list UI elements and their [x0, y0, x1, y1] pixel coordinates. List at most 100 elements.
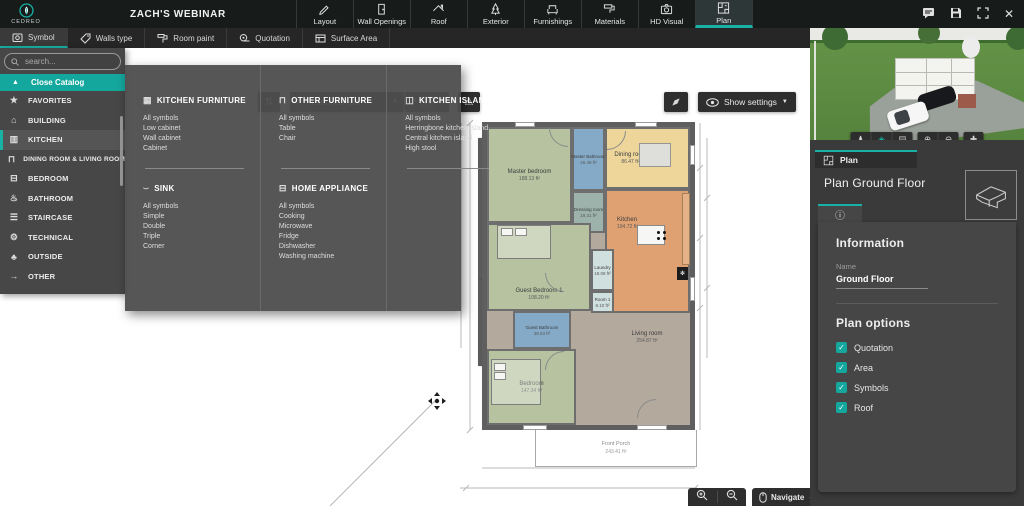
ribbon-tab-symbol[interactable]: Symbol [0, 28, 68, 48]
save-icon[interactable] [950, 7, 962, 21]
sidebar-item-technical[interactable]: ⚙TECHNICAL [0, 228, 125, 248]
catalog-item[interactable]: Cabinet [143, 144, 246, 154]
checkbox-checked-icon[interactable]: ✓ [836, 362, 847, 373]
show-settings-button[interactable]: Show settings ▼ [698, 92, 796, 112]
catalog-section-kitchen-furniture[interactable]: ▦KITCHEN FURNITURE [143, 95, 246, 106]
close-icon[interactable]: ✕ [1004, 8, 1014, 20]
catalog-section-kitchen-island[interactable]: ◫KITCHEN ISLAND [405, 95, 491, 106]
tab-roof[interactable]: Roof [410, 0, 467, 28]
sidebar-item-building[interactable]: ⌂BUILDING [0, 111, 125, 131]
ribbon-tab-room-paint[interactable]: Room paint [145, 28, 227, 48]
tab-materials[interactable]: Materials [581, 0, 638, 28]
fullscreen-icon[interactable] [977, 7, 989, 21]
catalog-item[interactable]: All symbols [279, 114, 372, 124]
catalog-item[interactable]: Dishwasher [279, 242, 372, 252]
catalog-item[interactable]: Microwave [279, 222, 372, 232]
sidebar-item-dining-living[interactable]: ⊓DINING ROOM & LIVING ROOM [0, 150, 125, 170]
room-1[interactable]: Room 1 8.10 ft² [591, 291, 614, 313]
sidebar-item-kitchen[interactable]: ▥KITCHEN [0, 130, 125, 150]
plan-view-button[interactable]: ▤ [892, 132, 913, 140]
info-tab[interactable]: ⓘ [818, 204, 862, 222]
checkbox-checked-icon[interactable]: ✓ [836, 382, 847, 393]
dining-table[interactable] [639, 143, 671, 167]
catalog-item[interactable]: Corner [143, 242, 246, 252]
plan-thumbnail[interactable] [965, 170, 1017, 220]
option-area[interactable]: ✓ Area [836, 362, 998, 373]
catalog-item[interactable]: Fridge [279, 232, 372, 242]
cedreo-logo[interactable]: CEDREO [0, 0, 52, 28]
checkbox-checked-icon[interactable]: ✓ [836, 342, 847, 353]
catalog-item[interactable]: All symbols [279, 202, 372, 212]
sidebar-item-outside[interactable]: ♣OUTSIDE [0, 247, 125, 267]
name-field[interactable]: Ground Floor [836, 274, 928, 289]
zoom-in-button[interactable] [696, 488, 708, 506]
room-living[interactable]: Living room 254.87 ft² [607, 317, 687, 357]
pan-button[interactable]: ✚ [964, 132, 984, 140]
search-input[interactable] [23, 56, 112, 67]
room-laundry[interactable]: Laundry 18.08 ft² [591, 249, 614, 291]
catalog-item[interactable]: Washing machine [279, 252, 372, 262]
sidebar-item-staircase[interactable]: ☰STAIRCASE [0, 208, 125, 228]
bed[interactable] [491, 359, 541, 405]
close-catalog-button[interactable]: ▲ Close Catalog [0, 74, 125, 91]
room-front-porch[interactable]: Front Porch 243.41 ft² [535, 430, 697, 467]
tab-exterior[interactable]: Exterior [467, 0, 524, 28]
catalog-item[interactable]: All symbols [405, 114, 491, 124]
catalog-item[interactable]: Triple [143, 232, 246, 242]
tab-plan[interactable]: Plan [695, 0, 753, 28]
sidebar-item-bathroom[interactable]: ♨BATHROOM [0, 189, 125, 209]
appliance-symbol[interactable]: ✻ [677, 267, 688, 280]
tab-furnishings[interactable]: Furnishings [524, 0, 581, 28]
room-kitchen[interactable]: Kitchen 194.72 ft² [605, 189, 690, 313]
sidebar-item-other[interactable]: →OTHER [0, 267, 125, 287]
search-box[interactable] [4, 53, 121, 70]
catalog-section-sink[interactable]: ⌣SINK [143, 183, 246, 194]
walk-view-button[interactable]: ♟ [851, 132, 871, 140]
room-master-bathroom[interactable]: Master Bathroom 45.49 ft² [572, 127, 605, 191]
ribbon-tab-surface-area[interactable]: Surface Area [303, 28, 390, 48]
kitchen-island[interactable] [637, 225, 665, 245]
catalog-item[interactable]: Table [279, 124, 372, 134]
roof-icon [432, 2, 445, 16]
bed[interactable] [497, 225, 551, 259]
checkbox-checked-icon[interactable]: ✓ [836, 402, 847, 413]
kitchen-cabinet-icon: ▥ [8, 134, 20, 145]
catalog-item[interactable]: Herringbone kitchen island [405, 124, 491, 134]
catalog-item[interactable]: Simple [143, 212, 246, 222]
panel-tab-plan[interactable]: Plan [815, 150, 917, 168]
catalog-item[interactable]: Chair [279, 134, 372, 144]
kitchen-counter[interactable] [682, 193, 690, 265]
tab-wall-openings[interactable]: Wall Openings [353, 0, 410, 28]
catalog-section-home-appliance[interactable]: ⊟HOME APPLIANCE [279, 183, 372, 194]
tab-hd-visual[interactable]: HD Visual [638, 0, 695, 28]
catalog-item[interactable]: Low cabinet [143, 124, 246, 134]
zoom-out-button[interactable] [726, 488, 738, 506]
catalog-item[interactable]: Cooking [279, 212, 372, 222]
ribbon-tab-quotation[interactable]: Quotation [227, 28, 303, 48]
catalog-item[interactable]: Double [143, 222, 246, 232]
measuring-tape-icon [239, 33, 250, 44]
catalog-item[interactable]: All symbols [143, 114, 246, 124]
catalog-item[interactable]: All symbols [143, 202, 246, 212]
preview-zoom-in-button[interactable]: ⊕ [918, 132, 938, 140]
option-quotation[interactable]: ✓ Quotation [836, 342, 998, 353]
feedback-icon[interactable] [922, 7, 935, 21]
floor-plan[interactable]: Master bedroom 188.13 ft² Master Bathroo… [482, 122, 695, 430]
room-guest-bathroom[interactable]: Guest Bathroom 38.53 ft² [513, 311, 571, 349]
sidebar-item-favorites[interactable]: ★FAVORITES [0, 91, 125, 111]
catalog-section-other-furniture[interactable]: ⊓OTHER FURNITURE [279, 95, 372, 106]
chevron-down-icon: ▼ [782, 99, 788, 105]
ribbon-tab-walls-type[interactable]: Walls type [68, 28, 146, 48]
option-symbols[interactable]: ✓ Symbols [836, 382, 998, 393]
catalog-item[interactable]: Central kitchen island [405, 134, 491, 144]
sidebar-scrollbar[interactable] [120, 116, 123, 186]
3d-view-button[interactable]: ◈ [871, 132, 892, 140]
tab-layout[interactable]: Layout [296, 0, 353, 28]
compass-button[interactable] [664, 92, 688, 112]
preview-zoom-out-button[interactable]: ⊖ [938, 132, 959, 140]
option-roof[interactable]: ✓ Roof [836, 402, 998, 413]
3d-preview[interactable]: ♟ ◈ ▤ ⊕ ⊖ ✚ [810, 28, 1024, 140]
sidebar-item-bedroom[interactable]: ⊟BEDROOM [0, 169, 125, 189]
catalog-item[interactable]: High stool [405, 144, 491, 154]
catalog-item[interactable]: Wall cabinet [143, 134, 246, 144]
